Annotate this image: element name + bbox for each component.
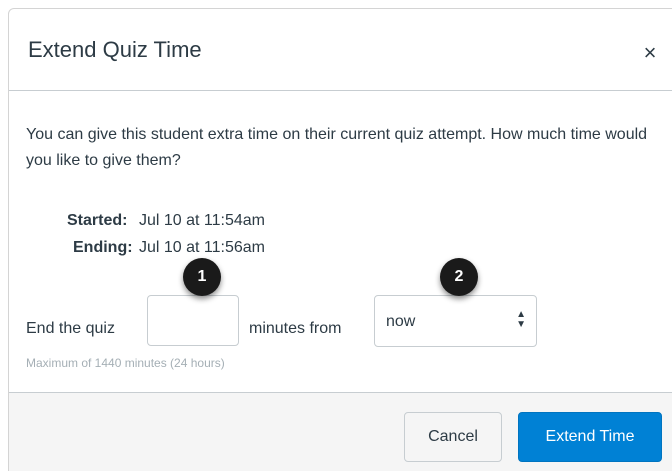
ending-value: Jul 10 at 11:56am [139,239,266,256]
extend-quiz-time-dialog: Extend Quiz Time × You can give this stu… [8,8,672,471]
started-value: Jul 10 at 11:54am [139,212,266,229]
dialog-header: Extend Quiz Time × [9,9,672,91]
from-select-value: now [386,313,416,330]
minutes-from-label: minutes from [249,320,342,337]
end-quiz-label: End the quiz [26,320,115,337]
extend-time-button[interactable]: Extend Time [518,412,662,462]
ending-row: Ending: Jul 10 at 11:56am [9,239,672,259]
started-label: Started: [67,212,128,229]
intro-text: You can give this student extra time on … [26,126,648,169]
maximum-hint: Maximum of 1440 minutes (24 hours) [26,356,225,370]
callout-badge-2: 2 [440,258,478,296]
cancel-button[interactable]: Cancel [404,412,502,462]
from-select[interactable]: now ▲ ▼ [374,295,537,347]
select-arrows-icon: ▲ ▼ [516,309,526,330]
callout-badge-1: 1 [183,258,221,296]
close-icon[interactable]: × [639,42,661,65]
started-row: Started: Jul 10 at 11:54am [9,212,672,232]
dialog-title: Extend Quiz Time [28,37,202,62]
dialog-footer: Cancel Extend Time [9,392,672,471]
minutes-input[interactable] [147,295,239,346]
ending-label: Ending: [73,239,133,256]
